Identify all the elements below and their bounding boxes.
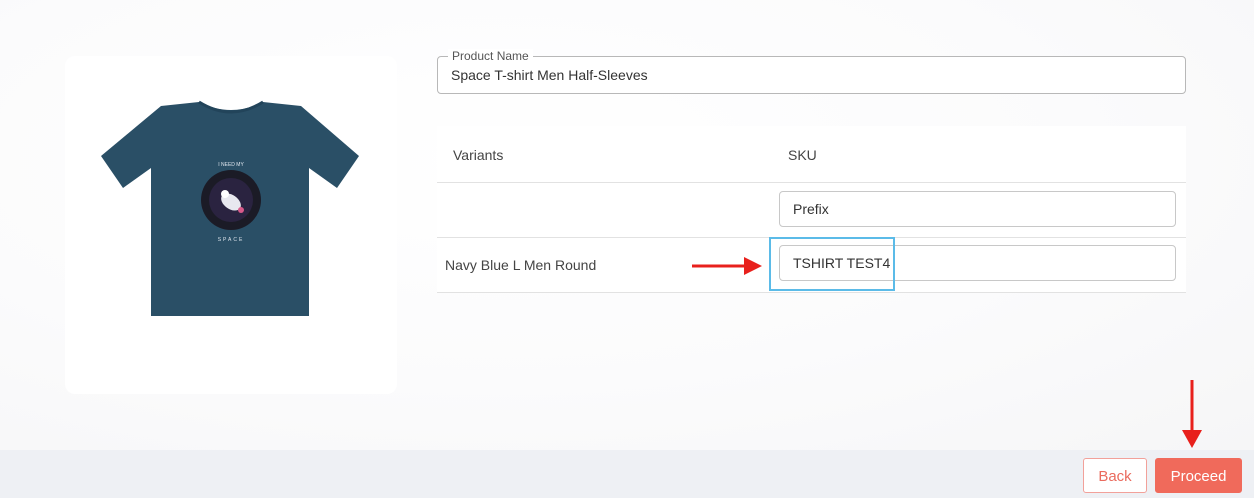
sku-prefix-input[interactable]: Prefix bbox=[779, 191, 1176, 227]
sku-input[interactable]: TSHIRT TEST4 bbox=[779, 245, 1176, 281]
shirt-print-top: I NEED MY bbox=[218, 162, 244, 168]
prefix-row: Prefix bbox=[437, 182, 1186, 238]
back-button[interactable]: Back bbox=[1083, 458, 1147, 493]
proceed-button[interactable]: Proceed bbox=[1155, 458, 1242, 493]
product-name-value: Space T-shirt Men Half-Sleeves bbox=[451, 67, 648, 83]
annotation-arrow-right-icon bbox=[692, 257, 762, 275]
table-row: Navy Blue L Men Round TSHIRT TEST4 bbox=[437, 237, 1186, 293]
product-name-label: Product Name bbox=[448, 49, 533, 63]
sku-header: SKU bbox=[788, 147, 817, 163]
footer-bar: Back Proceed bbox=[0, 450, 1254, 498]
variants-table: Variants SKU Prefix Navy Blue L Men Roun… bbox=[437, 126, 1186, 293]
page: I NEED MY SPACE Product Name Space T-shi… bbox=[0, 0, 1254, 498]
variant-name: Navy Blue L Men Round bbox=[445, 257, 597, 273]
shirt-print-bottom: SPACE bbox=[218, 237, 245, 243]
tshirt-image: I NEED MY SPACE bbox=[101, 100, 359, 316]
product-name-field[interactable]: Product Name Space T-shirt Men Half-Slee… bbox=[437, 49, 1186, 94]
annotation-arrow-down-icon bbox=[1182, 380, 1202, 448]
table-header-row: Variants SKU bbox=[437, 126, 1186, 183]
variants-header: Variants bbox=[453, 147, 504, 163]
product-image-card: I NEED MY SPACE bbox=[65, 56, 397, 394]
